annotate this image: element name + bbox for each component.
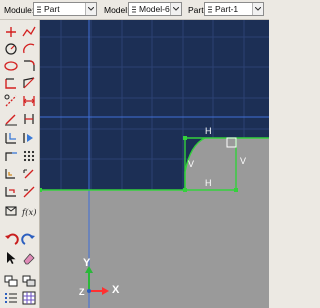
parameter-icon[interactable]: f(x) [21, 203, 37, 219]
grid-icon[interactable] [21, 290, 37, 306]
model-value: Model-6 [139, 4, 170, 14]
combo-icon [36, 5, 42, 13]
rotate-icon[interactable] [3, 184, 19, 200]
part-value: Part-1 [215, 4, 239, 14]
mirror-icon[interactable] [3, 203, 19, 219]
spline-icon[interactable] [21, 24, 37, 40]
display-options-icon[interactable] [21, 273, 37, 289]
model-select[interactable]: Model-6 [128, 2, 182, 16]
vertical-constraint-label: V [240, 156, 247, 166]
edit-dimension-icon[interactable] [3, 111, 19, 127]
part-region [40, 138, 269, 308]
triad-x-label: X [112, 284, 120, 296]
dimension-icon[interactable] [21, 93, 37, 109]
horizontal-constraint-label: H [205, 126, 212, 136]
pattern-icon[interactable] [21, 130, 37, 146]
module-value: Part [44, 4, 60, 14]
translate-icon[interactable] [21, 166, 37, 182]
list-icon[interactable] [3, 290, 19, 306]
sketch-viewport[interactable]: H H V V Y X Z [40, 20, 269, 308]
arc-icon[interactable] [21, 41, 37, 57]
layers-icon[interactable] [3, 273, 19, 289]
circle-icon[interactable] [3, 41, 19, 57]
sketch-toolbox: f(x) [0, 20, 40, 308]
module-select[interactable]: Part [33, 2, 97, 16]
chevron-down-icon[interactable] [85, 3, 96, 15]
constraint-icon[interactable] [21, 111, 37, 127]
chevron-down-icon[interactable] [252, 3, 263, 15]
delete-icon[interactable] [21, 250, 37, 266]
module-label: Module: [4, 5, 35, 15]
split-icon[interactable] [3, 166, 19, 182]
part-select[interactable]: Part-1 [204, 2, 264, 16]
undo-icon[interactable] [3, 232, 19, 248]
triad-z-label: Z [79, 287, 85, 297]
fillet-icon[interactable] [21, 58, 37, 74]
combo-icon [131, 5, 137, 13]
extend-icon[interactable] [3, 148, 19, 164]
sketch-canvas[interactable] [40, 20, 269, 308]
point-icon[interactable] [3, 24, 19, 40]
select-icon[interactable] [3, 250, 19, 266]
redo-icon[interactable] [21, 232, 37, 248]
polygon-icon[interactable] [21, 75, 37, 91]
triad-y-label: Y [83, 257, 91, 269]
trim-icon[interactable] [21, 148, 37, 164]
offset-icon[interactable] [3, 130, 19, 146]
copy-icon[interactable] [21, 184, 37, 200]
svg-text:f(x): f(x) [21, 207, 37, 218]
chevron-down-icon[interactable] [170, 3, 181, 15]
context-bar: Module: Part Model: Model-6 Part: Part-1 [0, 0, 269, 20]
ellipse-icon[interactable] [3, 58, 19, 74]
rectangle-icon[interactable] [3, 75, 19, 91]
construction-icon[interactable] [3, 93, 19, 109]
model-label: Model: [104, 5, 130, 15]
horizontal-constraint-label: H [205, 178, 212, 188]
combo-icon [207, 5, 213, 13]
vertical-constraint-label: V [188, 159, 195, 169]
